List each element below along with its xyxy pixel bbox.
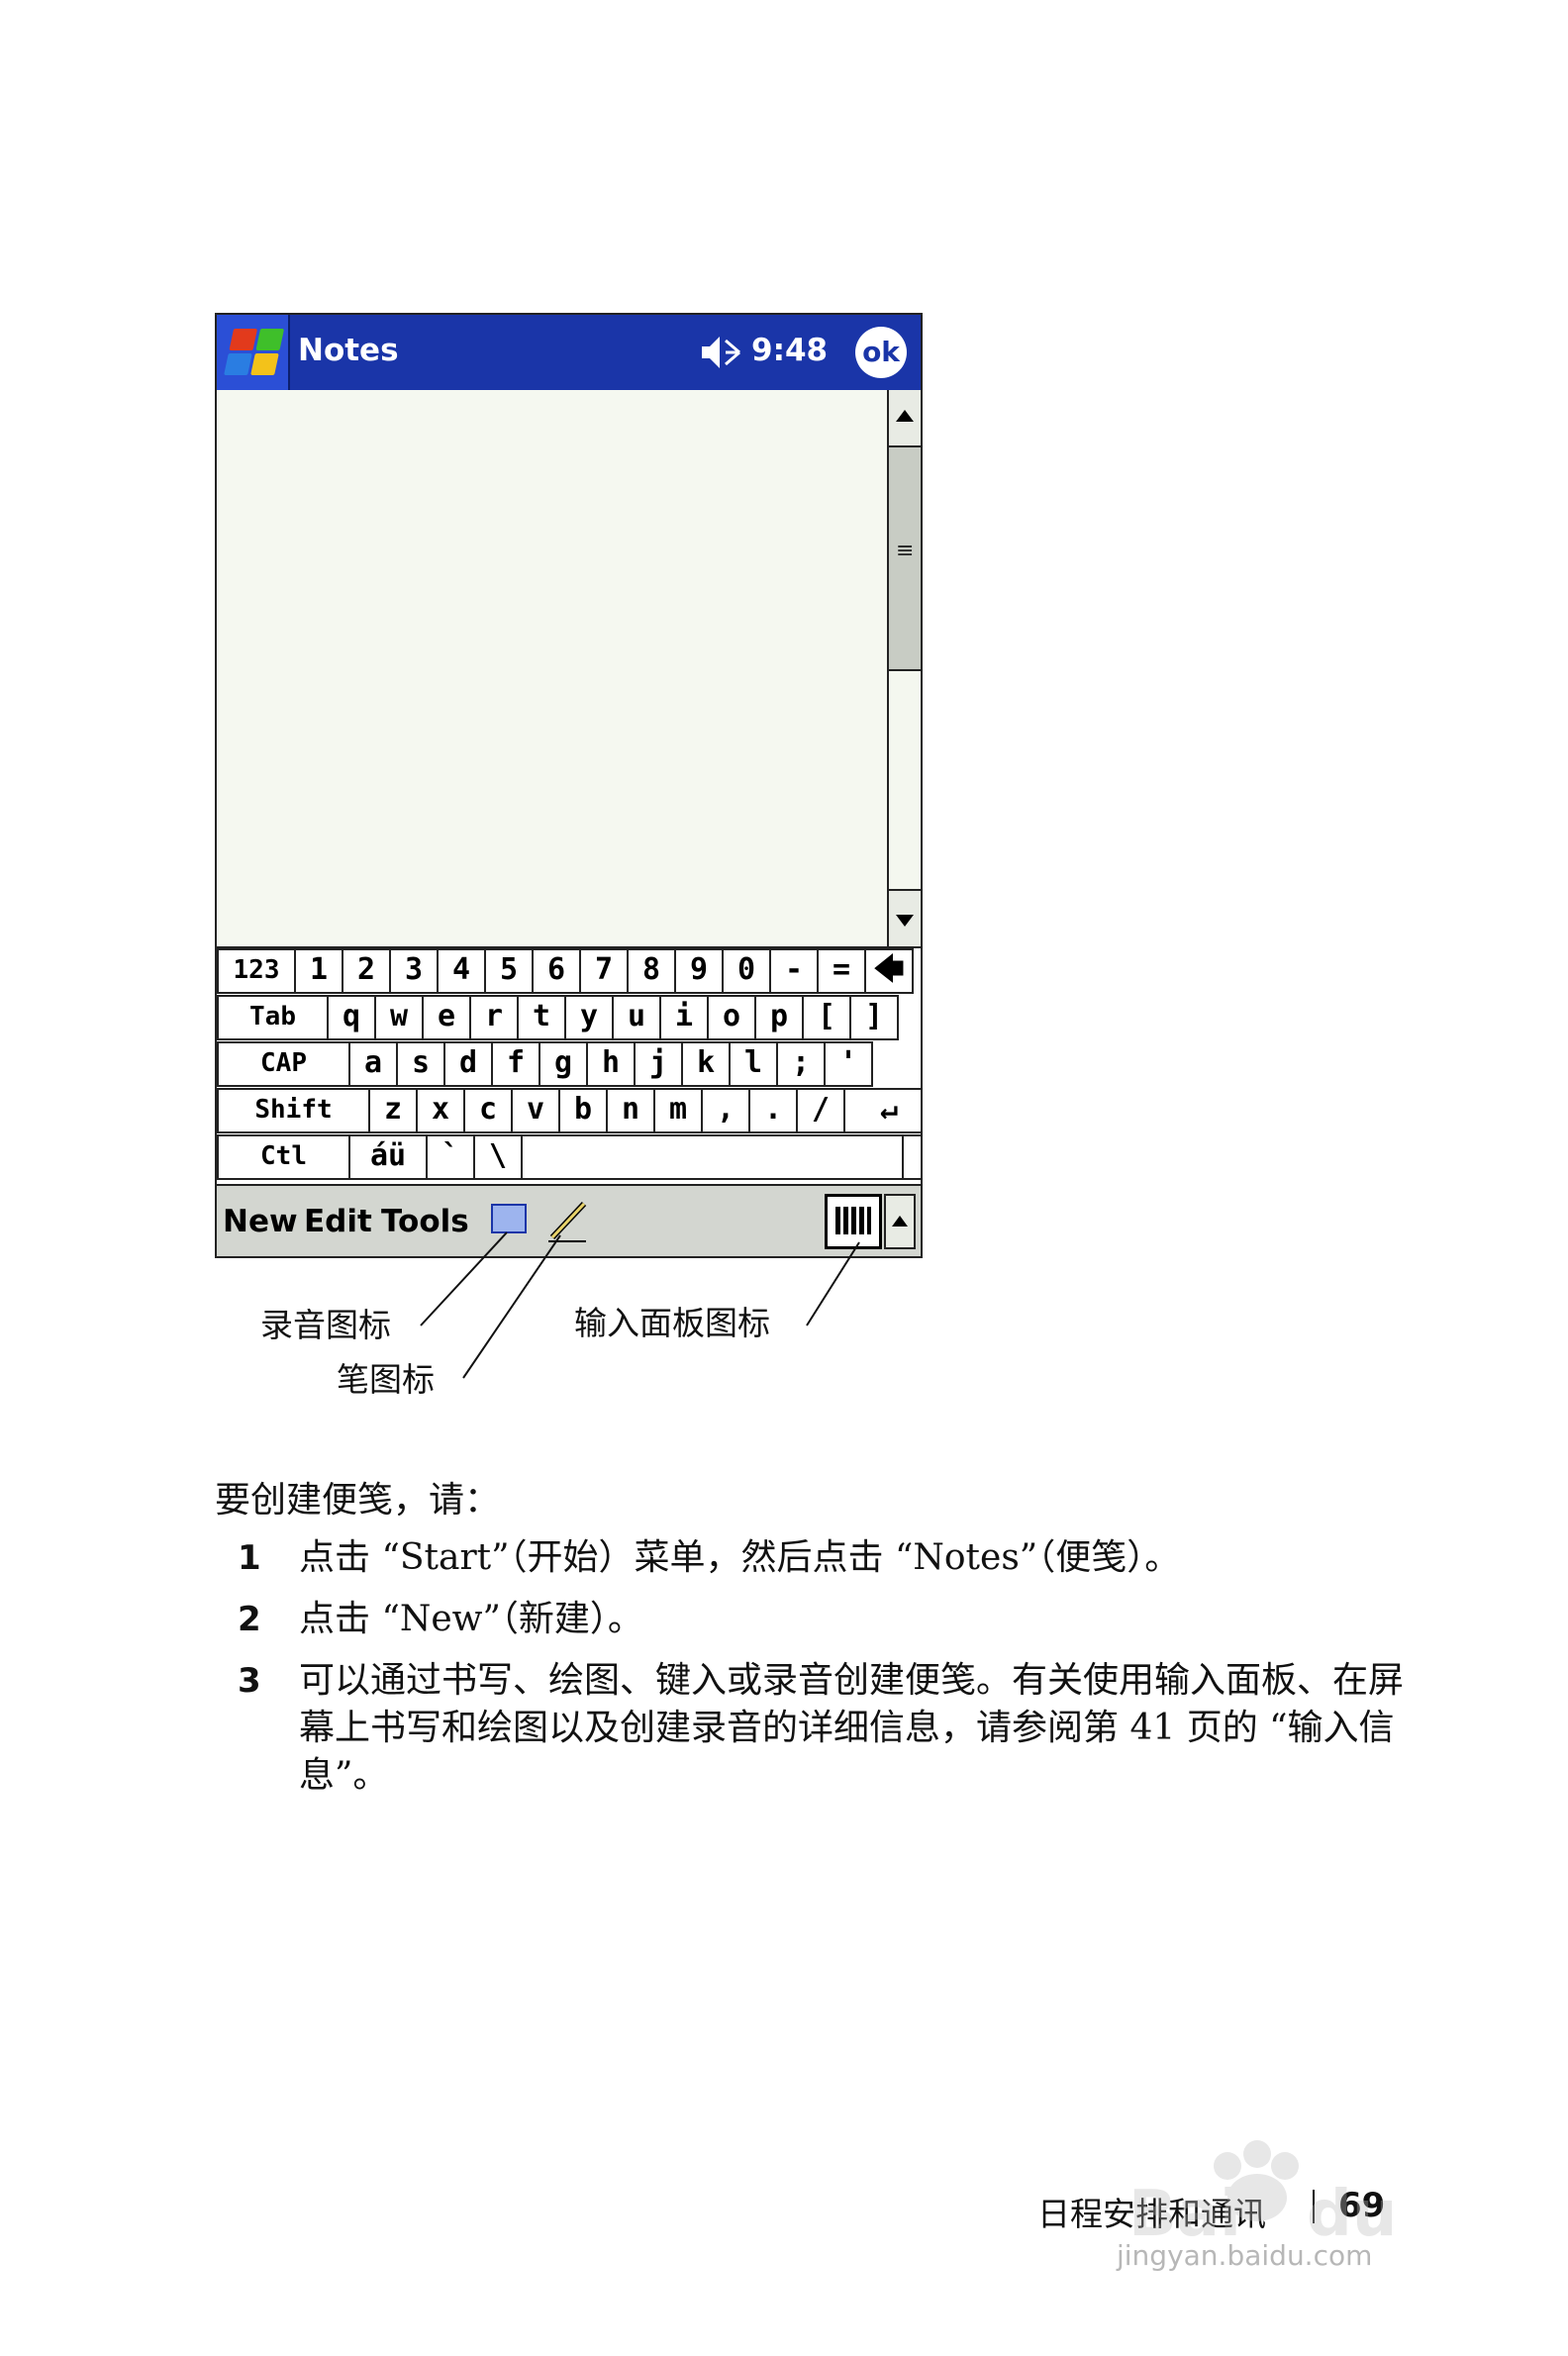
- key[interactable]: h: [586, 1041, 636, 1087]
- key[interactable]: d: [443, 1041, 493, 1087]
- key[interactable]: \: [473, 1134, 523, 1180]
- note-writing-area[interactable]: [217, 390, 887, 946]
- key[interactable]: y: [564, 995, 614, 1040]
- key[interactable]: ]: [849, 995, 899, 1040]
- key[interactable]: 5: [484, 948, 534, 994]
- key[interactable]: w: [374, 995, 424, 1040]
- windows-flag-icon: [224, 329, 285, 376]
- input-panel-menu-arrow-icon[interactable]: [884, 1194, 916, 1249]
- key[interactable]: ;: [776, 1041, 826, 1087]
- callout-recording-icon: 录音图标: [260, 1306, 391, 1344]
- scroll-down-arrow-icon[interactable]: [889, 889, 921, 946]
- step-text: 可以通过书写、绘图、键入或录音创建便笺。有关使用输入面板、在屏幕上书写和绘图以及…: [299, 1660, 1405, 1796]
- key[interactable]: p: [754, 995, 804, 1040]
- app-title: Notes: [298, 333, 399, 368]
- menu-tools[interactable]: Tools: [381, 1204, 469, 1239]
- key[interactable]: /: [796, 1088, 845, 1133]
- key[interactable]: 6: [532, 948, 581, 994]
- step-number: 1: [238, 1538, 261, 1578]
- key[interactable]: ,: [701, 1088, 750, 1133]
- key[interactable]: 4: [437, 948, 486, 994]
- key[interactable]: b: [558, 1088, 608, 1133]
- key[interactable]: q: [327, 995, 376, 1040]
- key[interactable]: 123: [217, 948, 296, 994]
- recording-icon[interactable]: [491, 1204, 527, 1233]
- key-space[interactable]: [521, 1134, 904, 1180]
- key[interactable]: e: [422, 995, 471, 1040]
- key[interactable]: 9: [674, 948, 724, 994]
- step-number: 3: [238, 1661, 261, 1701]
- key[interactable]: -: [769, 948, 819, 994]
- key[interactable]: r: [469, 995, 519, 1040]
- key[interactable]: t: [517, 995, 566, 1040]
- key[interactable]: =: [817, 948, 866, 994]
- key[interactable]: a: [348, 1041, 398, 1087]
- vertical-scrollbar[interactable]: [887, 390, 921, 946]
- key[interactable]: n: [606, 1088, 655, 1133]
- key[interactable]: .: [748, 1088, 798, 1133]
- key[interactable]: v: [511, 1088, 560, 1133]
- input-panel-keyboard-icon[interactable]: [825, 1194, 882, 1249]
- step-text: 点击 “New”（新建）。: [299, 1599, 643, 1639]
- pocket-pc-screenshot: Notes 9:48 ok 1231234567890-=🡄Tabqwertyu…: [215, 313, 923, 1258]
- key[interactable]: 8: [627, 948, 676, 994]
- clock[interactable]: 9:48: [751, 333, 828, 368]
- key[interactable]: g: [539, 1041, 588, 1087]
- key[interactable]: j: [634, 1041, 683, 1087]
- key[interactable]: 7: [579, 948, 629, 994]
- key[interactable]: 🡄: [864, 948, 914, 994]
- key[interactable]: Shift: [217, 1088, 370, 1133]
- key[interactable]: u: [612, 995, 661, 1040]
- start-button[interactable]: [217, 315, 290, 390]
- key[interactable]: ': [824, 1041, 873, 1087]
- ok-button[interactable]: ok: [855, 327, 907, 378]
- soft-keyboard: 123 1 2 3 4 5 6 7 8 9 0- = 🡄 Tab q w e r t y u i o p[] CAP a s d f g h…: [217, 946, 921, 1186]
- key[interactable]: áü: [348, 1134, 428, 1180]
- key[interactable]: f: [491, 1041, 540, 1087]
- step-number: 2: [238, 1600, 261, 1639]
- speaker-muted-icon[interactable]: [700, 333, 743, 372]
- menu-bar: New Edit Tools: [217, 1184, 921, 1256]
- key[interactable]: [: [802, 995, 851, 1040]
- watermark-url: jingyan.baidu.com: [1117, 2239, 1373, 2272]
- pen-icon[interactable]: [546, 1198, 590, 1243]
- key[interactable]: m: [653, 1088, 703, 1133]
- callout-input-panel-icon: 输入面板图标: [574, 1304, 770, 1342]
- step-text: 点击 “Start”（开始）菜单，然后点击 “Notes”（便笺）。: [299, 1537, 1181, 1578]
- key[interactable]: 2: [342, 948, 391, 994]
- key[interactable]: s: [396, 1041, 445, 1087]
- key[interactable]: 0: [722, 948, 771, 994]
- key[interactable]: ↵: [843, 1088, 921, 1133]
- key[interactable]: 3: [389, 948, 439, 994]
- key[interactable]: Ctl: [217, 1134, 350, 1180]
- key[interactable]: o: [707, 995, 756, 1040]
- scroll-up-arrow-icon[interactable]: [889, 390, 921, 447]
- menu-edit[interactable]: Edit: [304, 1204, 372, 1239]
- title-bar: Notes 9:48 ok: [217, 315, 921, 390]
- key[interactable]: x: [416, 1088, 465, 1133]
- key[interactable]: Tab: [217, 995, 329, 1040]
- callout-pen-icon: 笔图标: [337, 1360, 435, 1399]
- key[interactable]: ↓: [902, 1134, 921, 1180]
- key[interactable]: z: [368, 1088, 418, 1133]
- key[interactable]: CAP: [217, 1041, 350, 1087]
- scroll-thumb[interactable]: [889, 447, 921, 671]
- key[interactable]: `: [426, 1134, 475, 1180]
- key[interactable]: c: [463, 1088, 513, 1133]
- key[interactable]: 1: [294, 948, 343, 994]
- key[interactable]: i: [659, 995, 709, 1040]
- menu-new[interactable]: New: [223, 1204, 298, 1239]
- key[interactable]: l: [729, 1041, 778, 1087]
- key[interactable]: k: [681, 1041, 731, 1087]
- intro-text: 要创建便笺，请：: [215, 1480, 501, 1521]
